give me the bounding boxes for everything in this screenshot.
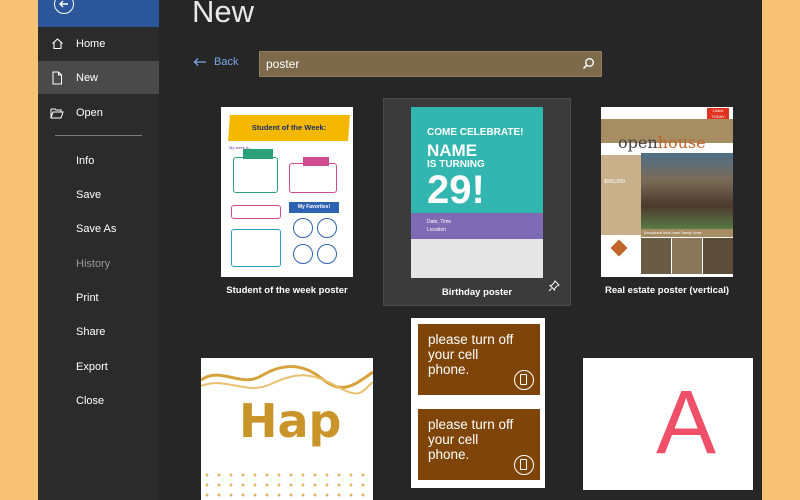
logo-icon [610, 239, 628, 257]
open-folder-icon [38, 107, 76, 119]
search-icon[interactable] [582, 57, 595, 75]
template-caption: Birthday poster [441, 287, 513, 298]
sidebar-item-close[interactable]: Close [38, 384, 159, 417]
sidebar-item-label: Share [76, 325, 106, 338]
back-link[interactable]: Back [193, 56, 238, 68]
thumb-shape [231, 229, 281, 267]
thumb-shape [317, 218, 337, 238]
back-label: Back [214, 56, 239, 68]
thumb-lower [411, 239, 543, 278]
template-tile-real-estate[interactable]: Listed TODAY openhouse $000,000 Exceptio… [595, 102, 745, 302]
thumb-text: Location [427, 227, 446, 233]
thumb-shape [231, 205, 281, 219]
sidebar-item-share[interactable]: Share [38, 315, 159, 348]
new-document-icon [38, 71, 76, 85]
template-thumbnail: A [583, 358, 753, 490]
thumb-shape [293, 244, 313, 264]
thumb-shape [601, 155, 641, 235]
stars-decoration [201, 470, 373, 500]
sidebar-item-save[interactable]: Save [38, 178, 159, 211]
thumb-text: Date, Time [427, 219, 452, 225]
house-photo [641, 238, 671, 274]
phone-icon [514, 455, 534, 475]
thumb-shape [303, 157, 329, 166]
sidebar-item-open[interactable]: Open [38, 96, 159, 129]
template-thumbnail: Student of the Week: My week is... My Fa… [221, 107, 353, 277]
template-tile-cell-phone[interactable]: please turn off your cell phone. please … [411, 318, 545, 500]
sidebar-item-history[interactable]: History [38, 247, 159, 280]
sidebar-item-new[interactable]: New [38, 61, 159, 94]
template-thumbnail: please turn off your cell phone. please … [411, 318, 545, 488]
backstage-sidebar: Home New Open Info Save Save As History … [38, 0, 159, 500]
template-tile-happy[interactable]: Hap [201, 358, 373, 500]
thumb-banner: Student of the Week: [228, 115, 350, 141]
thumb-title: openhouse [618, 133, 706, 152]
thumb-shape [293, 218, 313, 238]
phone-icon [514, 370, 534, 390]
sidebar-item-export[interactable]: Export [38, 350, 159, 383]
ribbon-decoration [201, 365, 373, 395]
home-icon [38, 37, 76, 50]
new-panel: New Back Student of the Week: My week is… [159, 0, 762, 500]
thumb-shape [243, 149, 273, 159]
sidebar-item-label: Export [76, 360, 108, 373]
thumb-text: COME CELEBRATE! [427, 127, 524, 138]
back-arrow-icon[interactable] [54, 0, 74, 14]
template-search-box [259, 51, 602, 77]
sidebar-item-label: Save As [76, 222, 117, 235]
sidebar-item-info[interactable]: Info [38, 144, 159, 177]
house-photo [703, 238, 733, 274]
template-tile-birthday[interactable]: COME CELEBRATE! NAME IS TURNING 29! Date… [383, 98, 571, 306]
sidebar-divider [55, 135, 142, 136]
sidebar-item-label: Save [76, 188, 102, 201]
thumb-text: NAME [427, 141, 478, 160]
thumb-shape [289, 163, 337, 193]
thumb-text: please turn off your cell phone. [428, 417, 514, 462]
back-arrow-icon [193, 58, 206, 66]
template-tile-student-of-week[interactable]: Student of the Week: My week is... My Fa… [215, 102, 365, 302]
thumb-text: $000,000 [604, 179, 625, 185]
template-caption: Real estate poster (vertical) [604, 285, 730, 296]
house-photo [641, 153, 733, 229]
sidebar-item-home[interactable]: Home [38, 27, 159, 60]
sidebar-item-label: History [76, 257, 111, 270]
thumb-text: Hap [239, 394, 342, 448]
search-input[interactable] [260, 57, 570, 71]
sidebar-item-label: Close [76, 394, 105, 407]
template-thumbnail: Hap [201, 358, 373, 500]
sidebar-item-label: New [76, 71, 99, 84]
pin-icon[interactable] [548, 279, 560, 297]
thumb-shape [317, 244, 337, 264]
sidebar-item-label: Open [76, 106, 103, 119]
sidebar-item-label: Print [76, 291, 99, 304]
house-photo [672, 238, 702, 274]
template-thumbnail: COME CELEBRATE! NAME IS TURNING 29! Date… [411, 107, 543, 278]
sidebar-item-label: Home [76, 37, 106, 50]
thumb-shape [233, 157, 278, 193]
thumb-panel: please turn off your cell phone. [418, 409, 540, 480]
template-thumbnail: Listed TODAY openhouse $000,000 Exceptio… [601, 107, 733, 277]
thumb-text: My Favorites! [289, 202, 339, 213]
page-title: New [192, 0, 255, 29]
sidebar-item-label: Info [76, 154, 95, 167]
thumb-text: A [656, 373, 717, 473]
thumb-text: 29! [427, 168, 485, 212]
sidebar-item-print[interactable]: Print [38, 281, 159, 314]
thumb-text: Exceptional Multi-Level Family Home [641, 229, 733, 237]
template-tile-letter[interactable]: A [583, 358, 753, 500]
thumb-text: please turn off your cell phone. [428, 332, 514, 377]
template-caption: Student of the week poster [226, 285, 348, 296]
sidebar-item-save-as[interactable]: Save As [38, 212, 159, 245]
thumb-panel: please turn off your cell phone. [418, 324, 540, 395]
thumb-band: Date, Time Location [411, 213, 543, 239]
back-strip [38, 0, 159, 27]
